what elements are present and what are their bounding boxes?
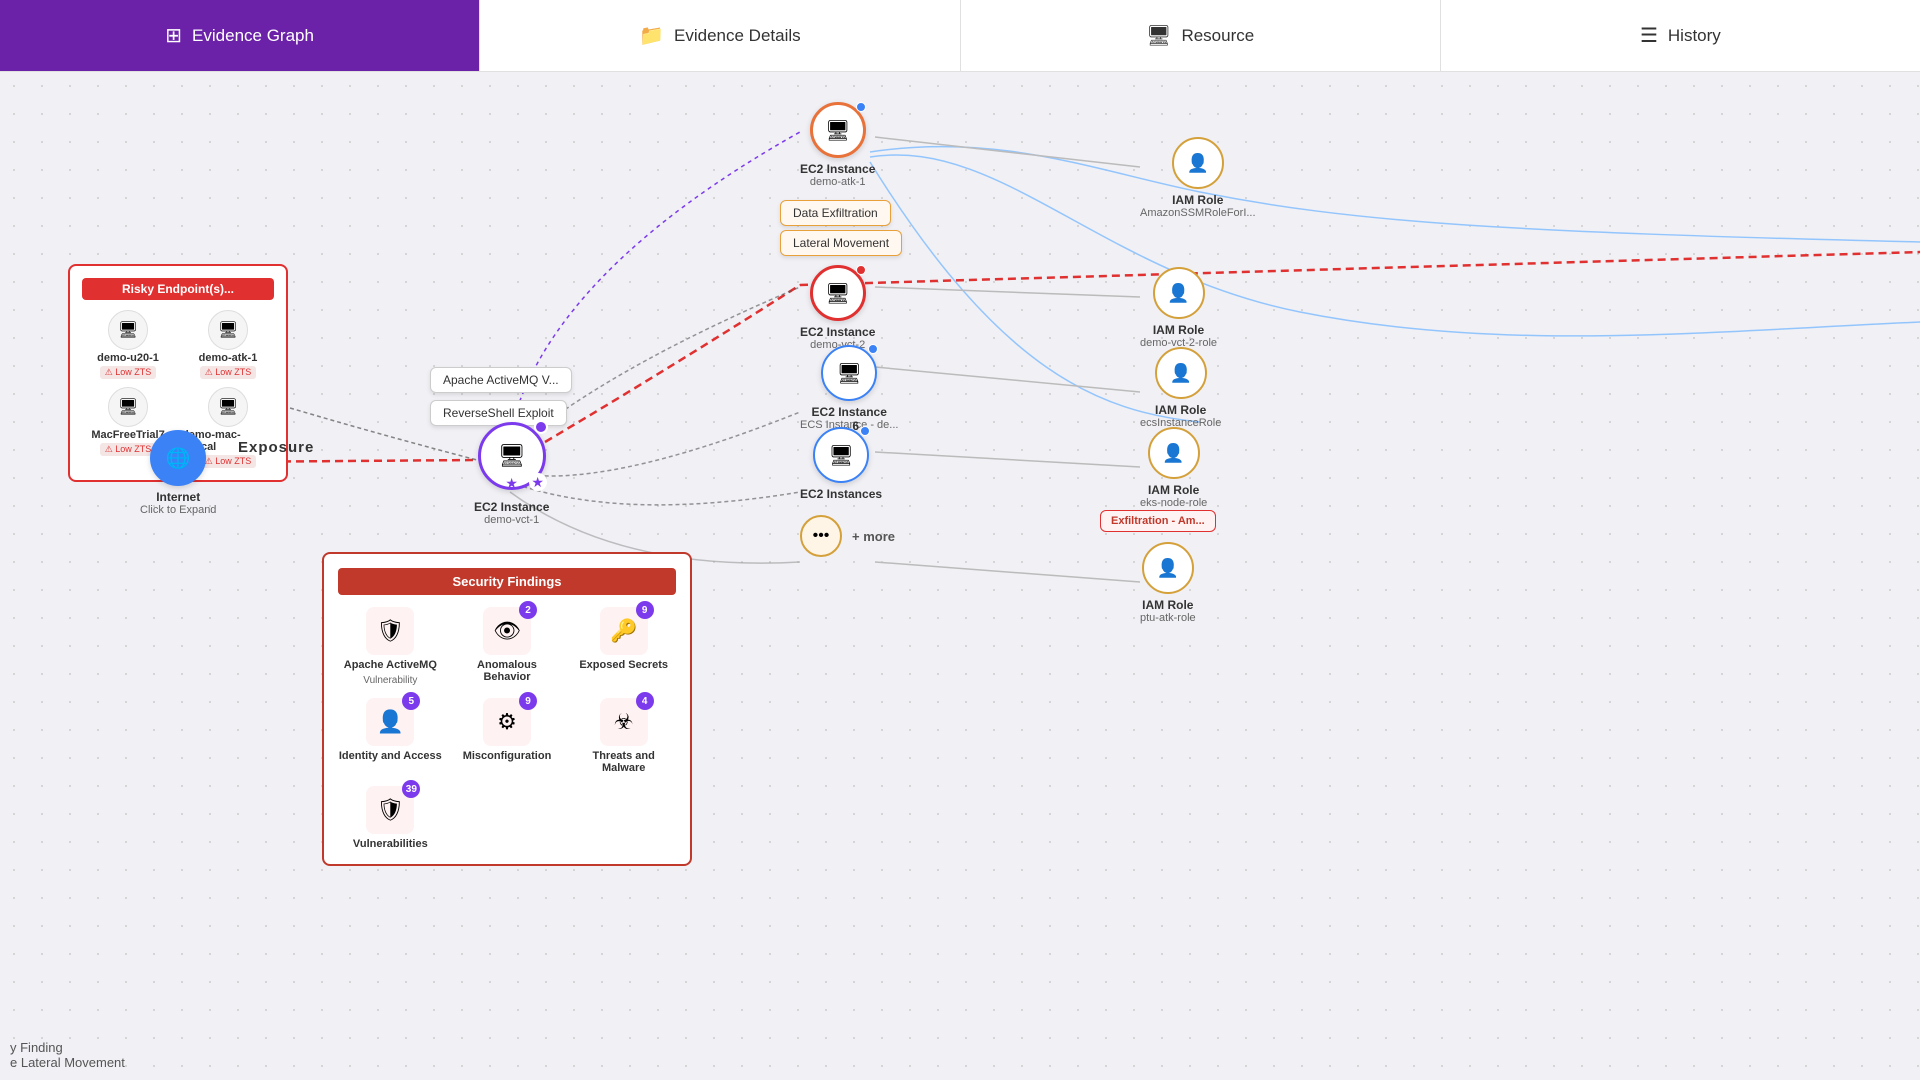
iam-icon: 👤 — [1142, 542, 1194, 594]
ec2-icon: 🖥 — [821, 345, 877, 401]
more-node[interactable]: ••• + more — [800, 515, 895, 557]
main-ec2-icon: 🖥 ★ — [478, 422, 546, 490]
security-item-threats[interactable]: ☣ 4 Threats and Malware — [571, 698, 676, 774]
security-item-identity[interactable]: 👤 5 Identity and Access — [338, 698, 443, 774]
ec2-demo-atk-1[interactable]: 🖥 EC2 Instance demo-atk-1 — [800, 102, 875, 188]
internet-icon: 🌐 — [150, 430, 206, 486]
security-item-anomalous[interactable]: 👁 2 Anomalous Behavior — [455, 607, 560, 686]
graph-canvas: Risky Endpoint(s)... 🖥 demo-u20-1 ⚠ Low … — [0, 72, 1920, 1080]
ec2-ecs-instance[interactable]: 🖥 EC2 Instance ECS Instance - de... — [800, 345, 898, 431]
security-item-secrets[interactable]: 🔑 9 Exposed Secrets — [571, 607, 676, 686]
risky-box-header: Risky Endpoint(s)... — [82, 278, 274, 300]
risky-item[interactable]: 🖥 demo-u20-1 ⚠ Low ZTS — [82, 310, 174, 379]
security-item-misconfig[interactable]: ⚙ 9 Misconfiguration — [455, 698, 560, 774]
tab-evidence-details[interactable]: 📁 Evidence Details — [480, 0, 960, 71]
apache-activemq-popup[interactable]: Apache ActiveMQ V... — [430, 367, 572, 393]
endpoint-icon: 🖥 — [208, 387, 248, 427]
tab-resource[interactable]: 🖥 Resource — [961, 0, 1441, 71]
more-icon: ••• — [800, 515, 842, 557]
identity-icon: 👤 5 — [366, 698, 414, 746]
tab-history[interactable]: ☰ History — [1441, 0, 1920, 71]
endpoint-icon: 🖥 — [108, 310, 148, 350]
lateral-movement-label: Lateral Movement — [780, 230, 902, 256]
grid-icon: ⊞ — [165, 23, 182, 48]
iam-role-amazon-ssm[interactable]: 👤 IAM Role AmazonSSMRoleForI... — [1140, 137, 1256, 219]
security-findings-grid: 🛡 Apache ActiveMQ Vulnerability 👁 2 Anom… — [338, 607, 676, 850]
iam-role-eks[interactable]: 👤 IAM Role eks-node-role — [1140, 427, 1207, 509]
ec2-icon: 🖥 — [810, 265, 866, 321]
connections-svg — [0, 72, 1920, 1080]
iam-icon: 👤 — [1148, 427, 1200, 479]
anomalous-icon: 👁 2 — [483, 607, 531, 655]
ec2-demo-vct-2[interactable]: 🖥 EC2 Instance demo-vct-2 — [800, 265, 875, 351]
misconfig-icon: ⚙ 9 — [483, 698, 531, 746]
main-ec2-node[interactable]: 🖥 ★ EC2 Instance demo-vct-1 — [474, 422, 549, 526]
iam-icon: 👤 — [1153, 267, 1205, 319]
ec2-icon: 🖥 — [810, 102, 866, 158]
security-findings-box: Security Findings 🛡 Apache ActiveMQ Vuln… — [322, 552, 692, 866]
ec2-instances-6[interactable]: 🖥 6 EC2 Instances — [800, 427, 882, 501]
security-item-apache[interactable]: 🛡 Apache ActiveMQ Vulnerability — [338, 607, 443, 686]
menu-icon: ☰ — [1640, 23, 1658, 48]
secrets-icon: 🔑 9 — [600, 607, 648, 655]
endpoint-icon: 🖥 — [208, 310, 248, 350]
internet-node[interactable]: 🌐 Internet Click to Expand — [140, 430, 216, 516]
iam-role-ecs[interactable]: 👤 IAM Role ecsInstanceRole — [1140, 347, 1221, 429]
security-findings-header: Security Findings — [338, 568, 676, 595]
exposure-label: Exposure — [238, 439, 314, 456]
iam-role-ptu-atk[interactable]: 👤 IAM Role ptu-atk-role — [1140, 542, 1196, 624]
vuln-icon: 🛡 39 — [366, 786, 414, 834]
folder-icon: 📁 — [639, 23, 664, 48]
iam-icon: 👤 — [1155, 347, 1207, 399]
security-item-vuln[interactable]: 🛡 39 Vulnerabilities — [338, 786, 443, 850]
risky-item[interactable]: 🖥 demo-atk-1 ⚠ Low ZTS — [182, 310, 274, 379]
data-exfiltration-label: Data Exfiltration — [780, 200, 891, 226]
threats-icon: ☣ 4 — [600, 698, 648, 746]
bottom-legend: y Finding e Lateral Movement — [10, 1040, 125, 1070]
monitor-icon: 🖥 — [1146, 23, 1171, 48]
iam-icon: 👤 — [1172, 137, 1224, 189]
exfiltration-label[interactable]: Exfiltration - Am... — [1100, 510, 1216, 532]
apache-icon: 🛡 — [366, 607, 414, 655]
endpoint-icon: 🖥 — [108, 387, 148, 427]
ec2-icon: 🖥 6 — [813, 427, 869, 483]
iam-role-demo-vct-2[interactable]: 👤 IAM Role demo-vct-2-role — [1140, 267, 1217, 349]
header: ⊞ Evidence Graph 📁 Evidence Details 🖥 Re… — [0, 0, 1920, 72]
tab-evidence-graph[interactable]: ⊞ Evidence Graph — [0, 0, 480, 71]
